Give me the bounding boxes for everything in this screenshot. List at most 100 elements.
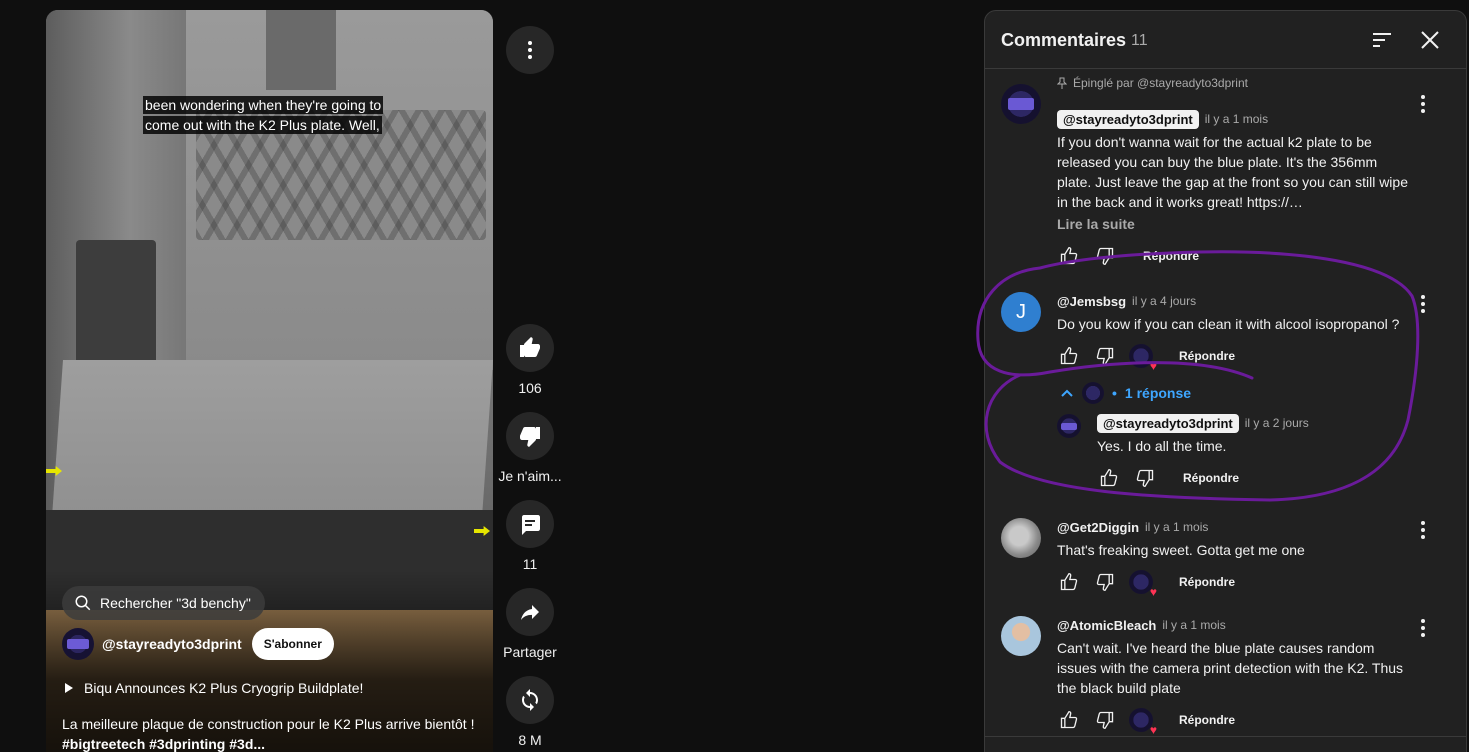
comment-body: @AtomicBleach il y a 1 mois Can't wait. I… — [1057, 616, 1417, 737]
comment-time[interactable]: il y a 1 mois — [1162, 618, 1225, 632]
thumbs-down-outline-icon — [1096, 711, 1114, 730]
remix-action: 8 M — [490, 676, 570, 748]
comment-text: That's freaking sweet. Gotta get me one — [1057, 542, 1305, 558]
creator-heart-badge: ♥ — [1129, 344, 1157, 372]
replies-count-label: 1 réponse — [1124, 385, 1192, 401]
comment-actions: ♥ Répondre — [1057, 570, 1417, 598]
comment-text: Do you kow if you can clean it with alco… — [1057, 316, 1400, 332]
bullet-separator: • — [1112, 385, 1117, 401]
video-title-row[interactable]: Biqu Announces K2 Plus Cryogrip Buildpla… — [64, 680, 363, 696]
comment-menu-icon[interactable] — [1415, 94, 1431, 114]
comment-like-button[interactable] — [1097, 466, 1121, 490]
comment-actions: ♥ Répondre — [1057, 708, 1417, 736]
comment-author[interactable]: @Jemsbsg — [1057, 294, 1126, 309]
subscribe-button[interactable]: S'abonner — [251, 628, 334, 660]
search-icon — [75, 595, 91, 611]
avatar[interactable]: J — [1001, 292, 1041, 332]
comment-body: @stayreadyto3dprint il y a 2 jours Yes. I… — [1097, 413, 1457, 490]
share-button[interactable] — [506, 588, 554, 636]
comment-dislike-button[interactable] — [1093, 708, 1117, 732]
comment-text: Yes. I do all the time. — [1097, 438, 1227, 454]
more-vert-icon — [528, 41, 532, 59]
pin-icon — [1057, 77, 1067, 89]
thumbs-down-icon — [520, 427, 540, 447]
channel-name[interactable]: @stayreadyto3dprint — [102, 636, 242, 652]
thumbs-up-outline-icon — [1060, 246, 1078, 265]
like-button[interactable] — [506, 324, 554, 372]
comments-count: 11 — [522, 556, 538, 572]
comment-text: If you don't wanna wait for the actual k… — [1057, 134, 1408, 210]
comments-button[interactable] — [506, 500, 554, 548]
reply-button[interactable]: Répondre — [1179, 713, 1235, 727]
like-action: 106 — [490, 324, 570, 396]
sort-icon[interactable] — [1371, 31, 1393, 49]
avatar[interactable] — [1057, 414, 1081, 438]
reply-button[interactable]: Répondre — [1179, 575, 1235, 589]
comment-actions: Répondre — [1057, 244, 1417, 268]
comment-like-button[interactable] — [1057, 244, 1081, 268]
pinned-label: Épinglé par @stayreadyto3dprint — [1057, 76, 1248, 90]
reply-author-avatar — [1082, 382, 1104, 404]
panel-divider — [985, 736, 1467, 737]
comment-author[interactable]: @Get2Diggin — [1057, 520, 1139, 535]
comment-menu-icon[interactable] — [1415, 520, 1431, 540]
thumbs-down-outline-icon — [1096, 347, 1114, 366]
remix-button[interactable] — [506, 676, 554, 724]
reply-button[interactable]: Répondre — [1183, 471, 1239, 485]
replies-toggle[interactable]: • 1 réponse — [1060, 382, 1191, 404]
channel-avatar[interactable] — [62, 628, 94, 660]
comment-dislike-button[interactable] — [1093, 244, 1117, 268]
comment-body: @Get2Diggin il y a 1 mois That's freaking… — [1057, 518, 1417, 599]
comments-action: 11 — [490, 500, 570, 572]
video-frame-fan — [76, 240, 156, 380]
comment-menu-icon[interactable] — [1465, 424, 1469, 444]
video-description[interactable]: La meilleure plaque de construction pour… — [62, 714, 487, 752]
comment-like-button[interactable] — [1057, 708, 1081, 732]
heart-icon: ♥ — [1149, 723, 1157, 737]
comments-header: Commentaires 11 — [985, 11, 1466, 69]
thumbs-up-outline-icon — [1060, 346, 1078, 365]
comments-count-header: 11 — [1131, 32, 1148, 49]
thumbs-up-icon — [520, 337, 540, 357]
like-count: 106 — [518, 380, 542, 396]
comment-dislike-button[interactable] — [1133, 466, 1157, 490]
heart-icon: ♥ — [1149, 585, 1157, 599]
avatar[interactable] — [1001, 84, 1041, 124]
comment-like-button[interactable] — [1057, 344, 1081, 368]
comment-author[interactable]: @stayreadyto3dprint — [1097, 413, 1239, 433]
comment-author[interactable]: @AtomicBleach — [1057, 618, 1156, 633]
dislike-action: Je n'aim... — [490, 412, 570, 484]
comments-title: Commentaires — [1001, 30, 1127, 50]
comment-time[interactable]: il y a 4 jours — [1132, 294, 1196, 308]
comment-text: Can't wait. I've heard the blue plate ca… — [1057, 640, 1404, 696]
video-frame-camera — [266, 10, 336, 90]
creator-heart-badge: ♥ — [1129, 708, 1157, 736]
more-options-button[interactable] — [506, 26, 554, 74]
comment-icon — [522, 515, 540, 535]
comment-dislike-button[interactable] — [1093, 570, 1117, 594]
comment-dislike-button[interactable] — [1093, 344, 1117, 368]
comment-menu-icon[interactable] — [1415, 618, 1431, 638]
comment-time[interactable]: il y a 1 mois — [1205, 112, 1268, 126]
comment-body: @stayreadyto3dprint il y a 1 mois If you … — [1057, 109, 1417, 268]
close-icon[interactable] — [1419, 29, 1441, 51]
video-caption: been wondering when they're going to com… — [143, 96, 384, 134]
avatar[interactable] — [1001, 616, 1041, 656]
reply-button[interactable]: Répondre — [1179, 349, 1235, 363]
comment-author[interactable]: @stayreadyto3dprint — [1057, 109, 1199, 129]
comment-time[interactable]: il y a 1 mois — [1145, 520, 1208, 534]
comment-time[interactable]: il y a 2 jours — [1245, 416, 1309, 430]
reply-button[interactable]: Répondre — [1143, 249, 1199, 263]
comment-body: @Jemsbsg il y a 4 jours Do you kow if you… — [1057, 292, 1417, 373]
comment-like-button[interactable] — [1057, 570, 1081, 594]
creator-heart-badge: ♥ — [1129, 570, 1157, 598]
avatar[interactable] — [1001, 518, 1041, 558]
comment-menu-icon[interactable] — [1415, 294, 1431, 314]
play-icon — [65, 683, 73, 693]
search-suggestion-text: Rechercher "3d benchy" — [100, 595, 251, 611]
comment-thread: Épinglé par @stayreadyto3dprint @stayrea… — [1001, 76, 1451, 266]
thumbs-up-outline-icon — [1100, 468, 1118, 487]
read-more-link[interactable]: Lire la suite — [1057, 216, 1417, 232]
dislike-button[interactable] — [506, 412, 554, 460]
search-suggestion-chip[interactable]: Rechercher "3d benchy" — [62, 586, 265, 620]
